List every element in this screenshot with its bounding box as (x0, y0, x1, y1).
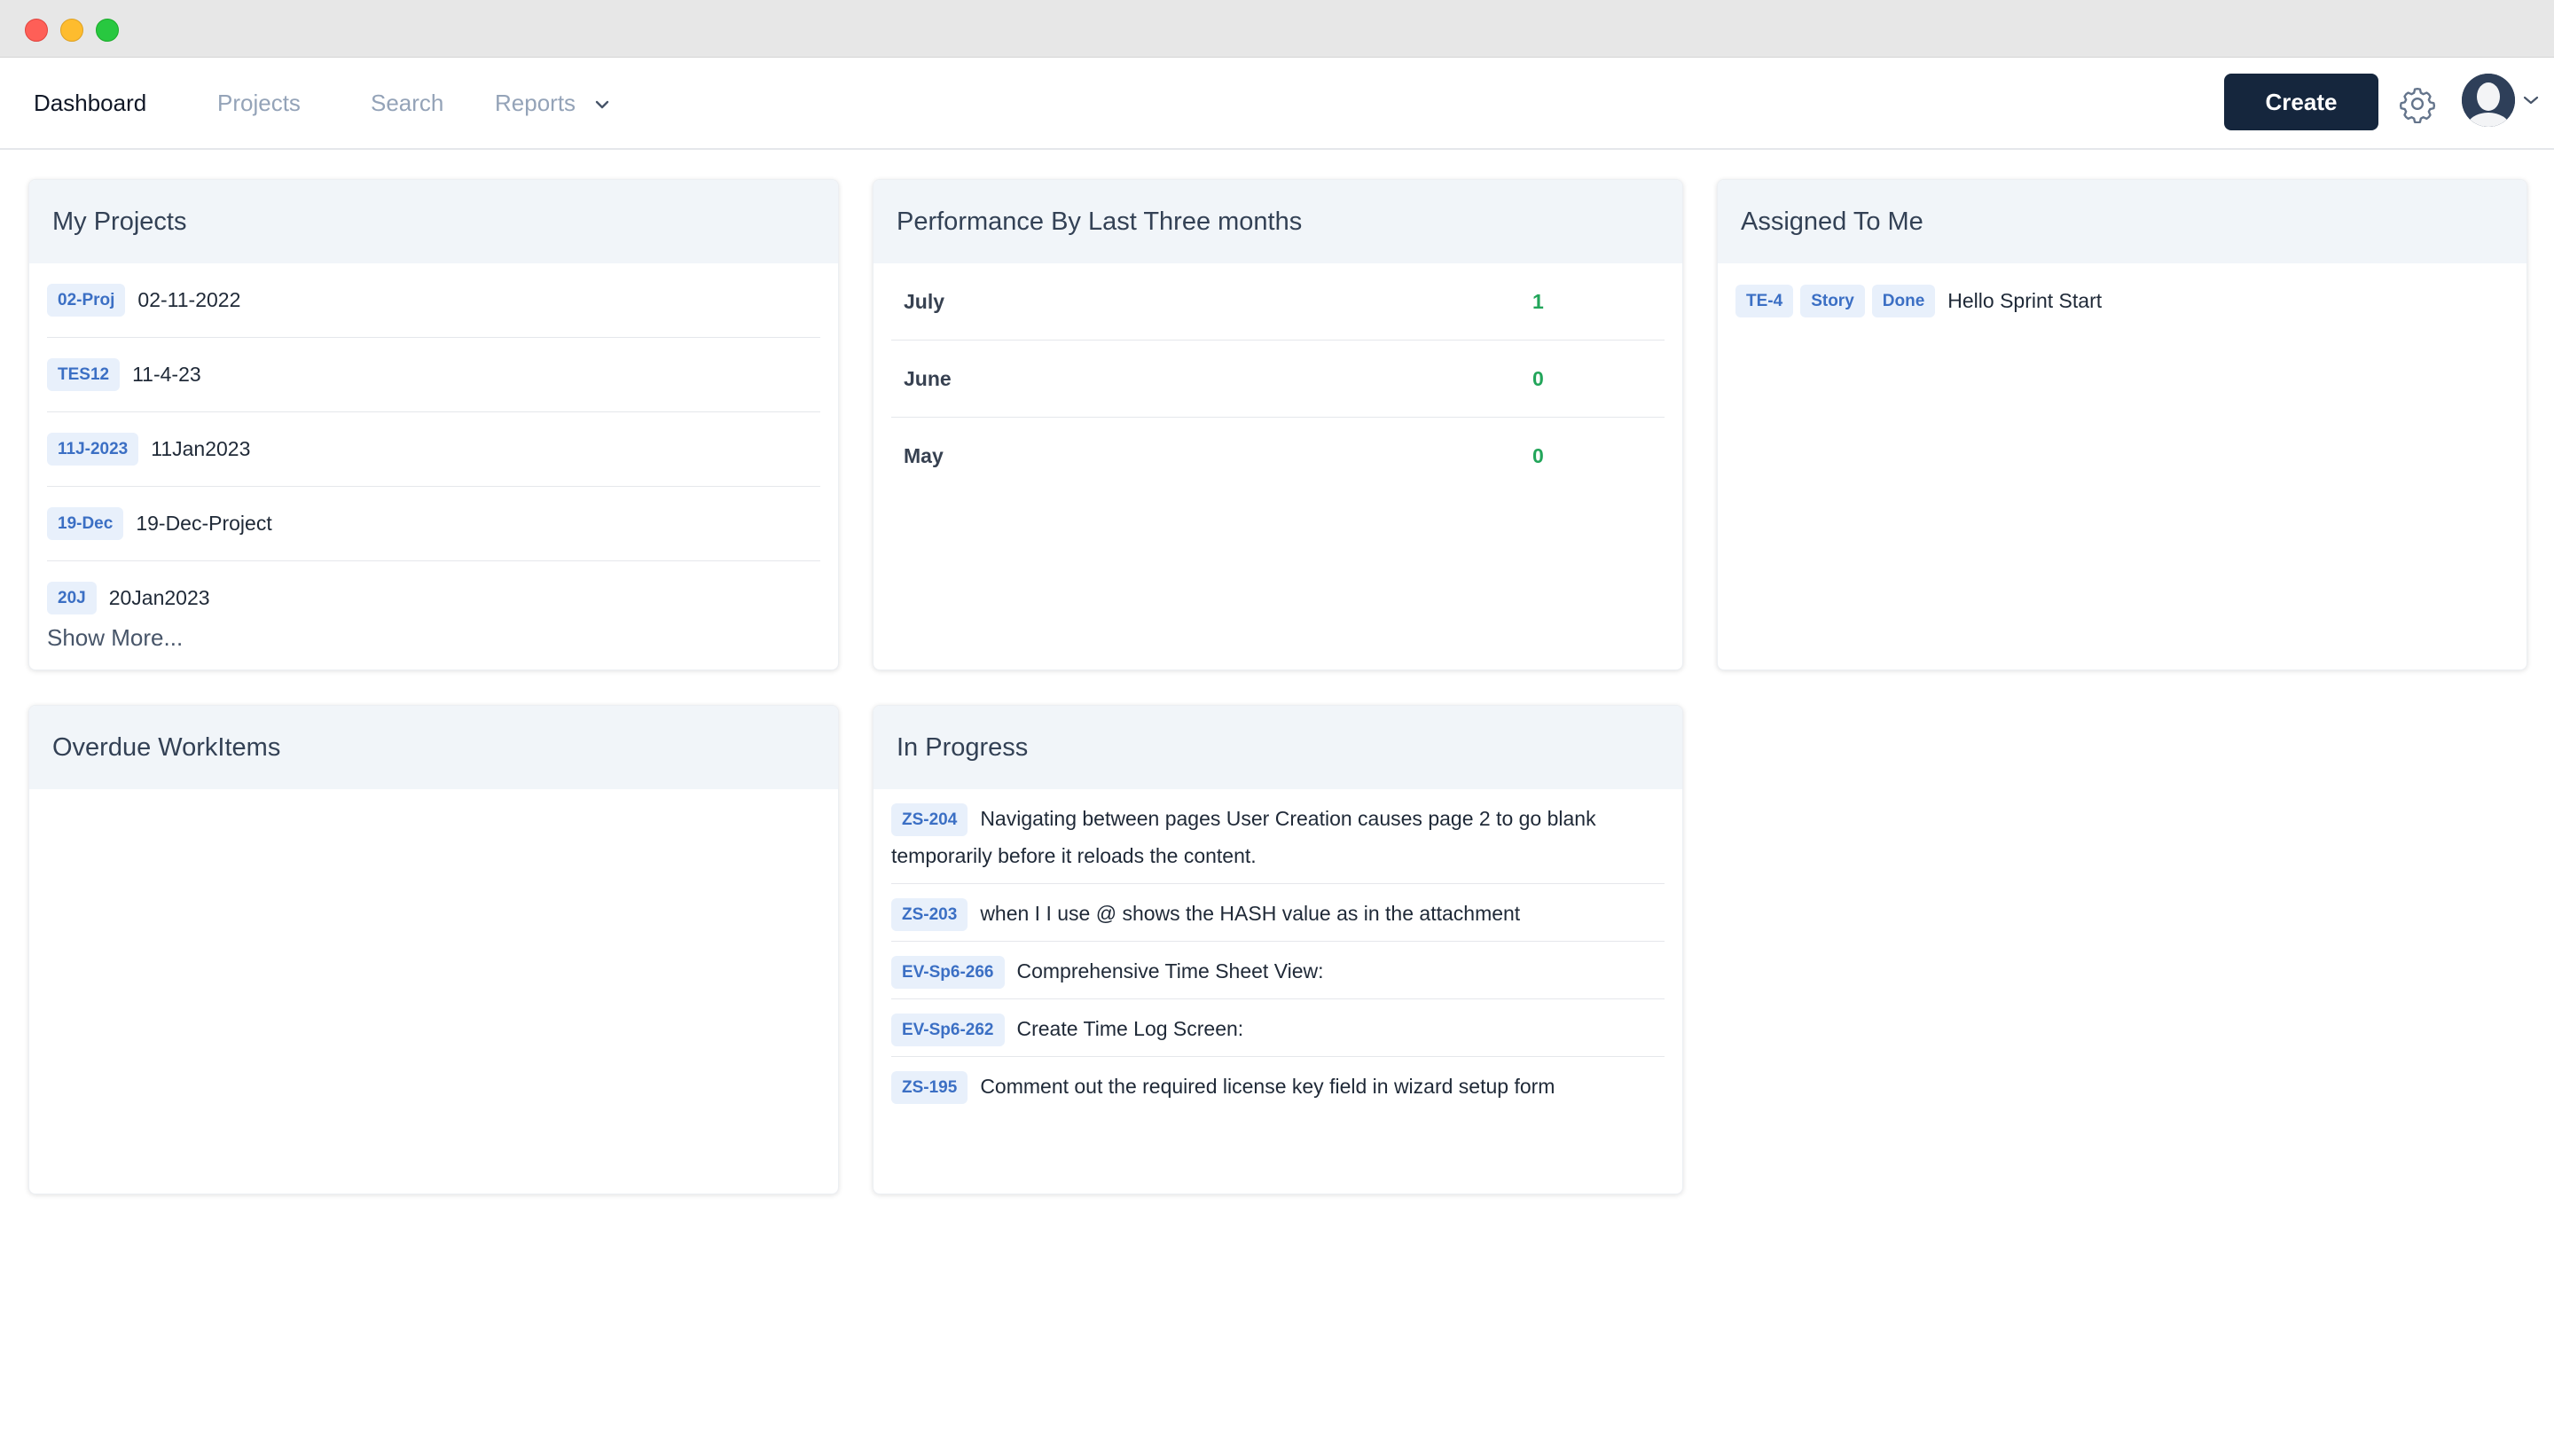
performance-row: July 1 (891, 263, 1665, 341)
performance-card: Performance By Last Three months July 1 … (873, 179, 1683, 670)
nav-search[interactable]: Search (371, 90, 443, 117)
create-button[interactable]: Create (2224, 74, 2378, 130)
assigned-to-me-card: Assigned To Me TE-4 Story Done Hello Spr… (1717, 179, 2527, 670)
project-key-badge: 19-Dec (47, 507, 124, 540)
workitem-row[interactable]: EV-Sp6-262 Create Time Log Screen: (891, 999, 1665, 1057)
card-title: My Projects (29, 180, 838, 263)
window-titlebar (0, 0, 2554, 58)
card-title: Overdue WorkItems (29, 706, 838, 789)
workitem-row[interactable]: ZS-204 Navigating between pages User Crea… (891, 789, 1665, 884)
user-avatar-icon (2462, 74, 2515, 127)
project-key-badge: TES12 (47, 358, 121, 391)
nav-dashboard[interactable]: Dashboard (34, 90, 146, 117)
project-name: 02-11-2022 (137, 288, 241, 311)
workitem-title: Comprehensive Time Sheet View: (1016, 959, 1324, 982)
workitem-row[interactable]: ZS-195 Comment out the required license k… (891, 1057, 1665, 1114)
workitem-key-badge: EV-Sp6-262 (891, 1014, 1005, 1047)
card-title: Assigned To Me (1718, 180, 2527, 263)
my-projects-card: My Projects 02-Proj 02-11-2022 TES12 11-… (28, 179, 839, 670)
workitem-row[interactable]: ZS-203 when I I use @ shows the HASH valu… (891, 884, 1665, 942)
performance-value: 1 (1532, 289, 1544, 313)
workitem-title: Hello Sprint Start (1947, 289, 2103, 312)
workitem-title: Create Time Log Screen: (1016, 1017, 1244, 1040)
workitem-key-badge: ZS-204 (891, 803, 968, 837)
in-progress-card: In Progress ZS-204 Navigating between pag… (873, 705, 1683, 1194)
nav-reports-label: Reports (495, 90, 576, 116)
project-name: 11-4-23 (132, 363, 201, 386)
workitem-key-badge: ZS-195 (891, 1071, 968, 1105)
performance-value: 0 (1532, 366, 1544, 390)
project-row[interactable]: 19-Dec 19-Dec-Project (47, 487, 820, 561)
minimize-window-button[interactable] (60, 19, 83, 42)
workitem-key-badge: EV-Sp6-266 (891, 956, 1005, 990)
month-label: May (904, 443, 944, 467)
project-name: 11Jan2023 (151, 437, 251, 460)
project-name: 19-Dec-Project (136, 512, 272, 535)
chevron-down-icon[interactable] (2522, 95, 2540, 106)
project-row[interactable]: 11J-2023 11Jan2023 (47, 412, 820, 487)
workitem-title: Navigating between pages User Creation c… (891, 807, 1596, 867)
card-title: In Progress (874, 706, 1682, 789)
workitem-title: Comment out the required license key fie… (980, 1075, 1555, 1098)
avatar[interactable] (2462, 74, 2515, 127)
show-more-link[interactable]: Show More... (29, 624, 838, 652)
gear-icon[interactable] (2398, 84, 2437, 123)
project-row[interactable]: 02-Proj 02-11-2022 (47, 263, 820, 338)
workitem-row[interactable]: EV-Sp6-266 Comprehensive Time Sheet View: (891, 942, 1665, 999)
month-label: July (904, 289, 945, 313)
overdue-workitems-card: Overdue WorkItems (28, 705, 839, 1194)
workitem-row[interactable]: TE-4 Story Done Hello Sprint Start (1718, 263, 2527, 339)
maximize-window-button[interactable] (96, 19, 119, 42)
project-key-badge: 11J-2023 (47, 433, 139, 466)
project-key-badge: 02-Proj (47, 284, 126, 317)
performance-value: 0 (1532, 443, 1544, 467)
project-key-badge: 20J (47, 582, 97, 614)
project-row[interactable]: TES12 11-4-23 (47, 338, 820, 412)
project-name: 20Jan2023 (108, 586, 210, 609)
workitem-status-badge: Done (1871, 285, 1936, 317)
nav-projects[interactable]: Projects (217, 90, 301, 117)
month-label: June (904, 366, 952, 390)
workitem-key-badge: TE-4 (1735, 285, 1794, 317)
nav-reports[interactable]: Reports (495, 90, 610, 117)
card-title: Performance By Last Three months (874, 180, 1682, 263)
workitem-key-badge: ZS-203 (891, 898, 968, 932)
workitem-title: when I I use @ shows the HASH value as i… (980, 902, 1521, 925)
performance-row: May 0 (891, 418, 1665, 494)
performance-row: June 0 (891, 341, 1665, 418)
workitem-type-badge: Story (1800, 285, 1865, 317)
chevron-down-icon (596, 100, 609, 109)
top-navbar: Dashboard Projects Search Reports Create (0, 58, 2554, 150)
close-window-button[interactable] (25, 19, 48, 42)
